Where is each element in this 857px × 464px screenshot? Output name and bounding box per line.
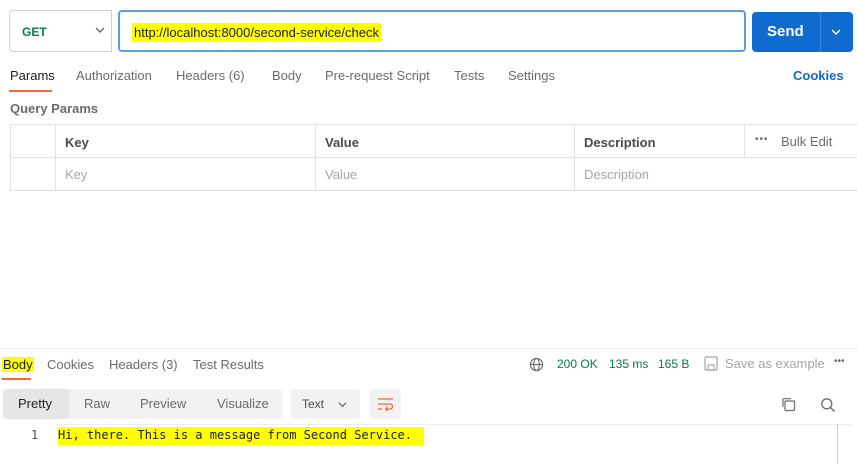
send-label: Send (767, 23, 804, 40)
format-select[interactable]: Text (291, 389, 360, 419)
response-tab-headers[interactable]: Headers (3) (109, 357, 178, 372)
query-params-table: Key Value Description ••• Bulk Edit Key … (10, 124, 857, 191)
status-code[interactable]: 200 OK (557, 357, 598, 371)
code-editor-top-border (57, 424, 851, 425)
chevron-down-icon[interactable] (830, 26, 842, 38)
response-tab-body[interactable]: Body (2, 357, 34, 372)
view-mode-preview[interactable]: Preview (140, 396, 186, 411)
key-input[interactable]: Key (55, 157, 316, 191)
chevron-down-icon (95, 27, 105, 33)
save-as-example-button[interactable]: Save as example (725, 356, 825, 371)
copy-icon[interactable] (781, 397, 796, 412)
bulk-edit-cell: ••• Bulk Edit (744, 124, 857, 158)
response-size[interactable]: 165 B (658, 357, 689, 371)
value-placeholder: Value (325, 167, 358, 182)
tab-tests[interactable]: Tests (454, 68, 484, 83)
description-input[interactable]: Description (574, 157, 857, 191)
chevron-down-icon (338, 402, 347, 408)
tab-headers[interactable]: Headers (6) (176, 68, 245, 83)
column-description-label: Description (584, 135, 656, 150)
response-body-text[interactable]: Hi, there. This is a message from Second… (58, 427, 425, 445)
tab-authorization[interactable]: Authorization (76, 68, 152, 83)
row-checkbox-cell (10, 157, 56, 191)
response-time[interactable]: 135 ms (609, 357, 648, 371)
wrap-lines-icon (378, 398, 394, 412)
view-mode-pretty[interactable]: Pretty (18, 396, 52, 411)
description-placeholder: Description (584, 167, 650, 182)
wrap-lines-button[interactable] (370, 389, 401, 419)
value-input[interactable]: Value (315, 157, 575, 191)
column-key-header: Key (55, 124, 316, 158)
globe-icon[interactable] (529, 357, 544, 372)
url-text: http://localhost:8000/second-service/che… (132, 23, 381, 42)
method-label: GET (22, 25, 47, 39)
response-tab-cookies[interactable]: Cookies (47, 357, 94, 372)
send-button[interactable]: Send (752, 12, 853, 52)
column-value-label: Value (325, 135, 359, 150)
table-header-cell (10, 124, 56, 158)
column-value-header: Value (315, 124, 575, 158)
tab-params[interactable]: Params (10, 68, 55, 83)
url-input[interactable]: http://localhost:8000/second-service/che… (118, 10, 746, 52)
cookies-link[interactable]: Cookies (793, 68, 844, 83)
tab-pre-request-script[interactable]: Pre-request Script (325, 68, 430, 83)
code-editor-scrollbar[interactable] (837, 424, 838, 464)
more-options-icon[interactable]: ••• (834, 356, 845, 367)
query-params-title: Query Params (10, 101, 99, 116)
tab-settings[interactable]: Settings (508, 68, 555, 83)
response-tab-test-results[interactable]: Test Results (193, 357, 264, 372)
method-select[interactable]: GET (9, 10, 112, 52)
column-key-label: Key (65, 135, 89, 150)
format-label: Text (302, 397, 325, 411)
send-divider (820, 12, 821, 52)
view-mode-selector: Pretty Raw Preview Visualize (3, 389, 283, 419)
more-options-icon[interactable]: ••• (755, 134, 769, 145)
line-number: 1 (31, 428, 39, 442)
response-divider (0, 348, 857, 349)
bulk-edit-button[interactable]: Bulk Edit (781, 134, 832, 149)
active-tab-indicator (9, 90, 52, 92)
save-icon (704, 356, 718, 371)
response-active-tab-indicator (2, 378, 31, 380)
tab-body[interactable]: Body (272, 68, 302, 83)
view-mode-visualize[interactable]: Visualize (217, 396, 269, 411)
key-placeholder: Key (65, 167, 88, 182)
search-icon[interactable] (820, 397, 836, 413)
column-description-header: Description (574, 124, 745, 158)
view-mode-raw[interactable]: Raw (84, 396, 110, 411)
